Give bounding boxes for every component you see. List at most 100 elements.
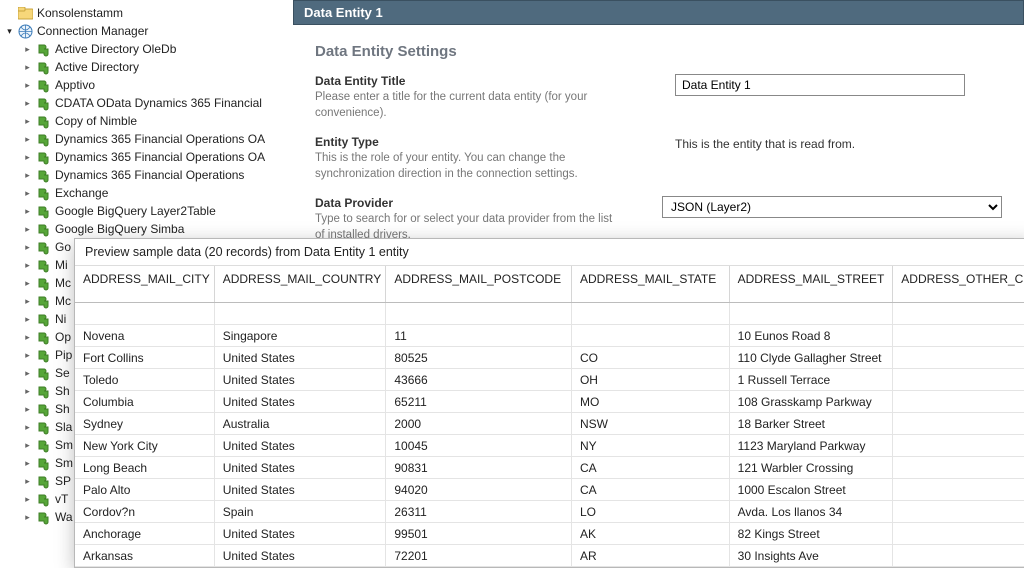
puzzle-icon — [35, 419, 51, 435]
table-cell: United States — [215, 545, 387, 567]
tree-item[interactable]: ▸Google BigQuery Simba — [0, 220, 293, 238]
chevron-right-icon[interactable]: ▸ — [22, 477, 33, 486]
tree-item[interactable]: ▸Google BigQuery Layer2Table — [0, 202, 293, 220]
chevron-right-icon[interactable]: ▸ — [22, 243, 33, 252]
entity-title-input[interactable] — [675, 74, 965, 96]
chevron-right-icon[interactable]: ▸ — [22, 297, 33, 306]
table-cell — [893, 479, 1024, 501]
table-cell: MO — [572, 391, 730, 413]
table-row[interactable] — [75, 303, 1024, 325]
table-cell — [893, 347, 1024, 369]
table-row[interactable]: Long BeachUnited States90831CA121 Warble… — [75, 457, 1024, 479]
tree-item[interactable]: ▸Dynamics 365 Financial Operations — [0, 166, 293, 184]
chevron-right-icon[interactable]: ▸ — [22, 81, 33, 90]
tree-item[interactable]: ▸Apptivo — [0, 76, 293, 94]
chevron-right-icon[interactable]: ▸ — [22, 459, 33, 468]
chevron-right-icon[interactable]: ▸ — [22, 441, 33, 450]
chevron-right-icon[interactable]: ▸ — [22, 261, 33, 270]
table-row[interactable]: Cordov?nSpain26311LOAvda. Los llanos 34 — [75, 501, 1024, 523]
table-cell: LO — [572, 501, 730, 523]
puzzle-icon — [35, 41, 51, 57]
tree-item-label: Sh — [53, 402, 70, 416]
tree-manager[interactable]: ▾ Connection Manager — [0, 22, 293, 40]
chevron-right-icon[interactable]: ▸ — [22, 351, 33, 360]
table-cell: United States — [215, 391, 387, 413]
chevron-right-icon[interactable]: ▸ — [22, 189, 33, 198]
chevron-right-icon[interactable]: ▸ — [22, 153, 33, 162]
table-row[interactable]: NovenaSingapore1110 Eunos Road 8 — [75, 325, 1024, 347]
column-header[interactable]: ADDRESS_OTHER_CITY — [893, 266, 1024, 302]
table-cell — [893, 545, 1024, 567]
table-row[interactable]: Fort CollinsUnited States80525CO110 Clyd… — [75, 347, 1024, 369]
chevron-right-icon[interactable]: ▸ — [22, 207, 33, 216]
table-cell: Australia — [215, 413, 387, 435]
tree-item[interactable]: ▸Exchange — [0, 184, 293, 202]
chevron-right-icon[interactable]: ▸ — [22, 315, 33, 324]
chevron-right-icon[interactable]: ▸ — [22, 135, 33, 144]
table-cell: Toledo — [75, 369, 215, 391]
table-row[interactable]: AnchorageUnited States99501AK82 Kings St… — [75, 523, 1024, 545]
data-provider-select[interactable]: JSON (Layer2) — [662, 196, 1002, 218]
chevron-right-icon[interactable]: ▸ — [22, 99, 33, 108]
table-cell: Avda. Los llanos 34 — [730, 501, 894, 523]
chevron-right-icon[interactable]: ▸ — [22, 279, 33, 288]
column-header[interactable]: ADDRESS_MAIL_POSTCODE — [386, 266, 572, 302]
puzzle-icon — [35, 77, 51, 93]
table-cell: 10045 — [386, 435, 572, 457]
entity-type-help: This is the role of your entity. You can… — [315, 151, 635, 182]
tree-item[interactable]: ▸Active Directory OleDb — [0, 40, 293, 58]
chevron-right-icon[interactable]: ▸ — [22, 513, 33, 522]
chevron-right-icon[interactable]: ▸ — [22, 225, 33, 234]
column-header[interactable]: ADDRESS_MAIL_COUNTRY — [215, 266, 387, 302]
table-cell: New York City — [75, 435, 215, 457]
table-cell: Fort Collins — [75, 347, 215, 369]
table-row[interactable]: ColumbiaUnited States65211MO108 Grasskam… — [75, 391, 1024, 413]
table-cell: Long Beach — [75, 457, 215, 479]
table-row[interactable]: ToledoUnited States43666OH1 Russell Terr… — [75, 369, 1024, 391]
puzzle-icon — [35, 275, 51, 291]
entity-title-label: Data Entity Title — [315, 74, 635, 88]
table-cell — [893, 303, 1024, 325]
tree-item[interactable]: ▸Copy of Nimble — [0, 112, 293, 130]
table-cell: United States — [215, 435, 387, 457]
tree-item[interactable]: ▸CDATA OData Dynamics 365 Financial — [0, 94, 293, 112]
column-header[interactable]: ADDRESS_MAIL_CITY — [75, 266, 215, 302]
tree-item[interactable]: ▸Dynamics 365 Financial Operations OA — [0, 148, 293, 166]
chevron-right-icon[interactable]: ▸ — [22, 387, 33, 396]
chevron-right-icon[interactable]: ▸ — [22, 423, 33, 432]
chevron-right-icon[interactable]: ▸ — [22, 333, 33, 342]
chevron-right-icon[interactable]: ▸ — [22, 117, 33, 126]
chevron-right-icon[interactable]: ▸ — [22, 405, 33, 414]
tree-item-label: Go — [53, 240, 71, 254]
chevron-right-icon[interactable]: ▸ — [22, 369, 33, 378]
table-row[interactable]: ArkansasUnited States72201AR30 Insights … — [75, 545, 1024, 567]
chevron-down-icon[interactable]: ▾ — [4, 27, 15, 36]
table-row[interactable]: Palo AltoUnited States94020CA1000 Escalo… — [75, 479, 1024, 501]
tree-item[interactable]: ▸Dynamics 365 Financial Operations OA — [0, 130, 293, 148]
puzzle-icon — [35, 167, 51, 183]
puzzle-icon — [35, 437, 51, 453]
grid-body[interactable]: NovenaSingapore1110 Eunos Road 8Fort Col… — [75, 303, 1024, 567]
table-cell — [386, 303, 572, 325]
table-cell: 26311 — [386, 501, 572, 523]
table-row[interactable]: SydneyAustralia2000NSW18 Barker Street — [75, 413, 1024, 435]
chevron-right-icon[interactable]: ▸ — [22, 171, 33, 180]
tree-root[interactable]: Konsolenstamm — [0, 4, 293, 22]
puzzle-icon — [35, 203, 51, 219]
table-cell: CO — [572, 347, 730, 369]
puzzle-icon — [35, 149, 51, 165]
chevron-right-icon[interactable]: ▸ — [22, 63, 33, 72]
table-cell — [893, 457, 1024, 479]
column-header[interactable]: ADDRESS_MAIL_STATE — [572, 266, 730, 302]
chevron-right-icon[interactable]: ▸ — [22, 45, 33, 54]
table-row[interactable]: New York CityUnited States10045NY1123 Ma… — [75, 435, 1024, 457]
tree-item[interactable]: ▸Active Directory — [0, 58, 293, 76]
preview-title: Preview sample data (20 records) from Da… — [75, 239, 1024, 266]
table-cell: 2000 — [386, 413, 572, 435]
table-cell — [572, 303, 730, 325]
table-cell: Cordov?n — [75, 501, 215, 523]
puzzle-icon — [35, 347, 51, 363]
chevron-right-icon[interactable]: ▸ — [22, 495, 33, 504]
tree-item-label: Ni — [53, 312, 66, 326]
column-header[interactable]: ADDRESS_MAIL_STREET — [730, 266, 894, 302]
